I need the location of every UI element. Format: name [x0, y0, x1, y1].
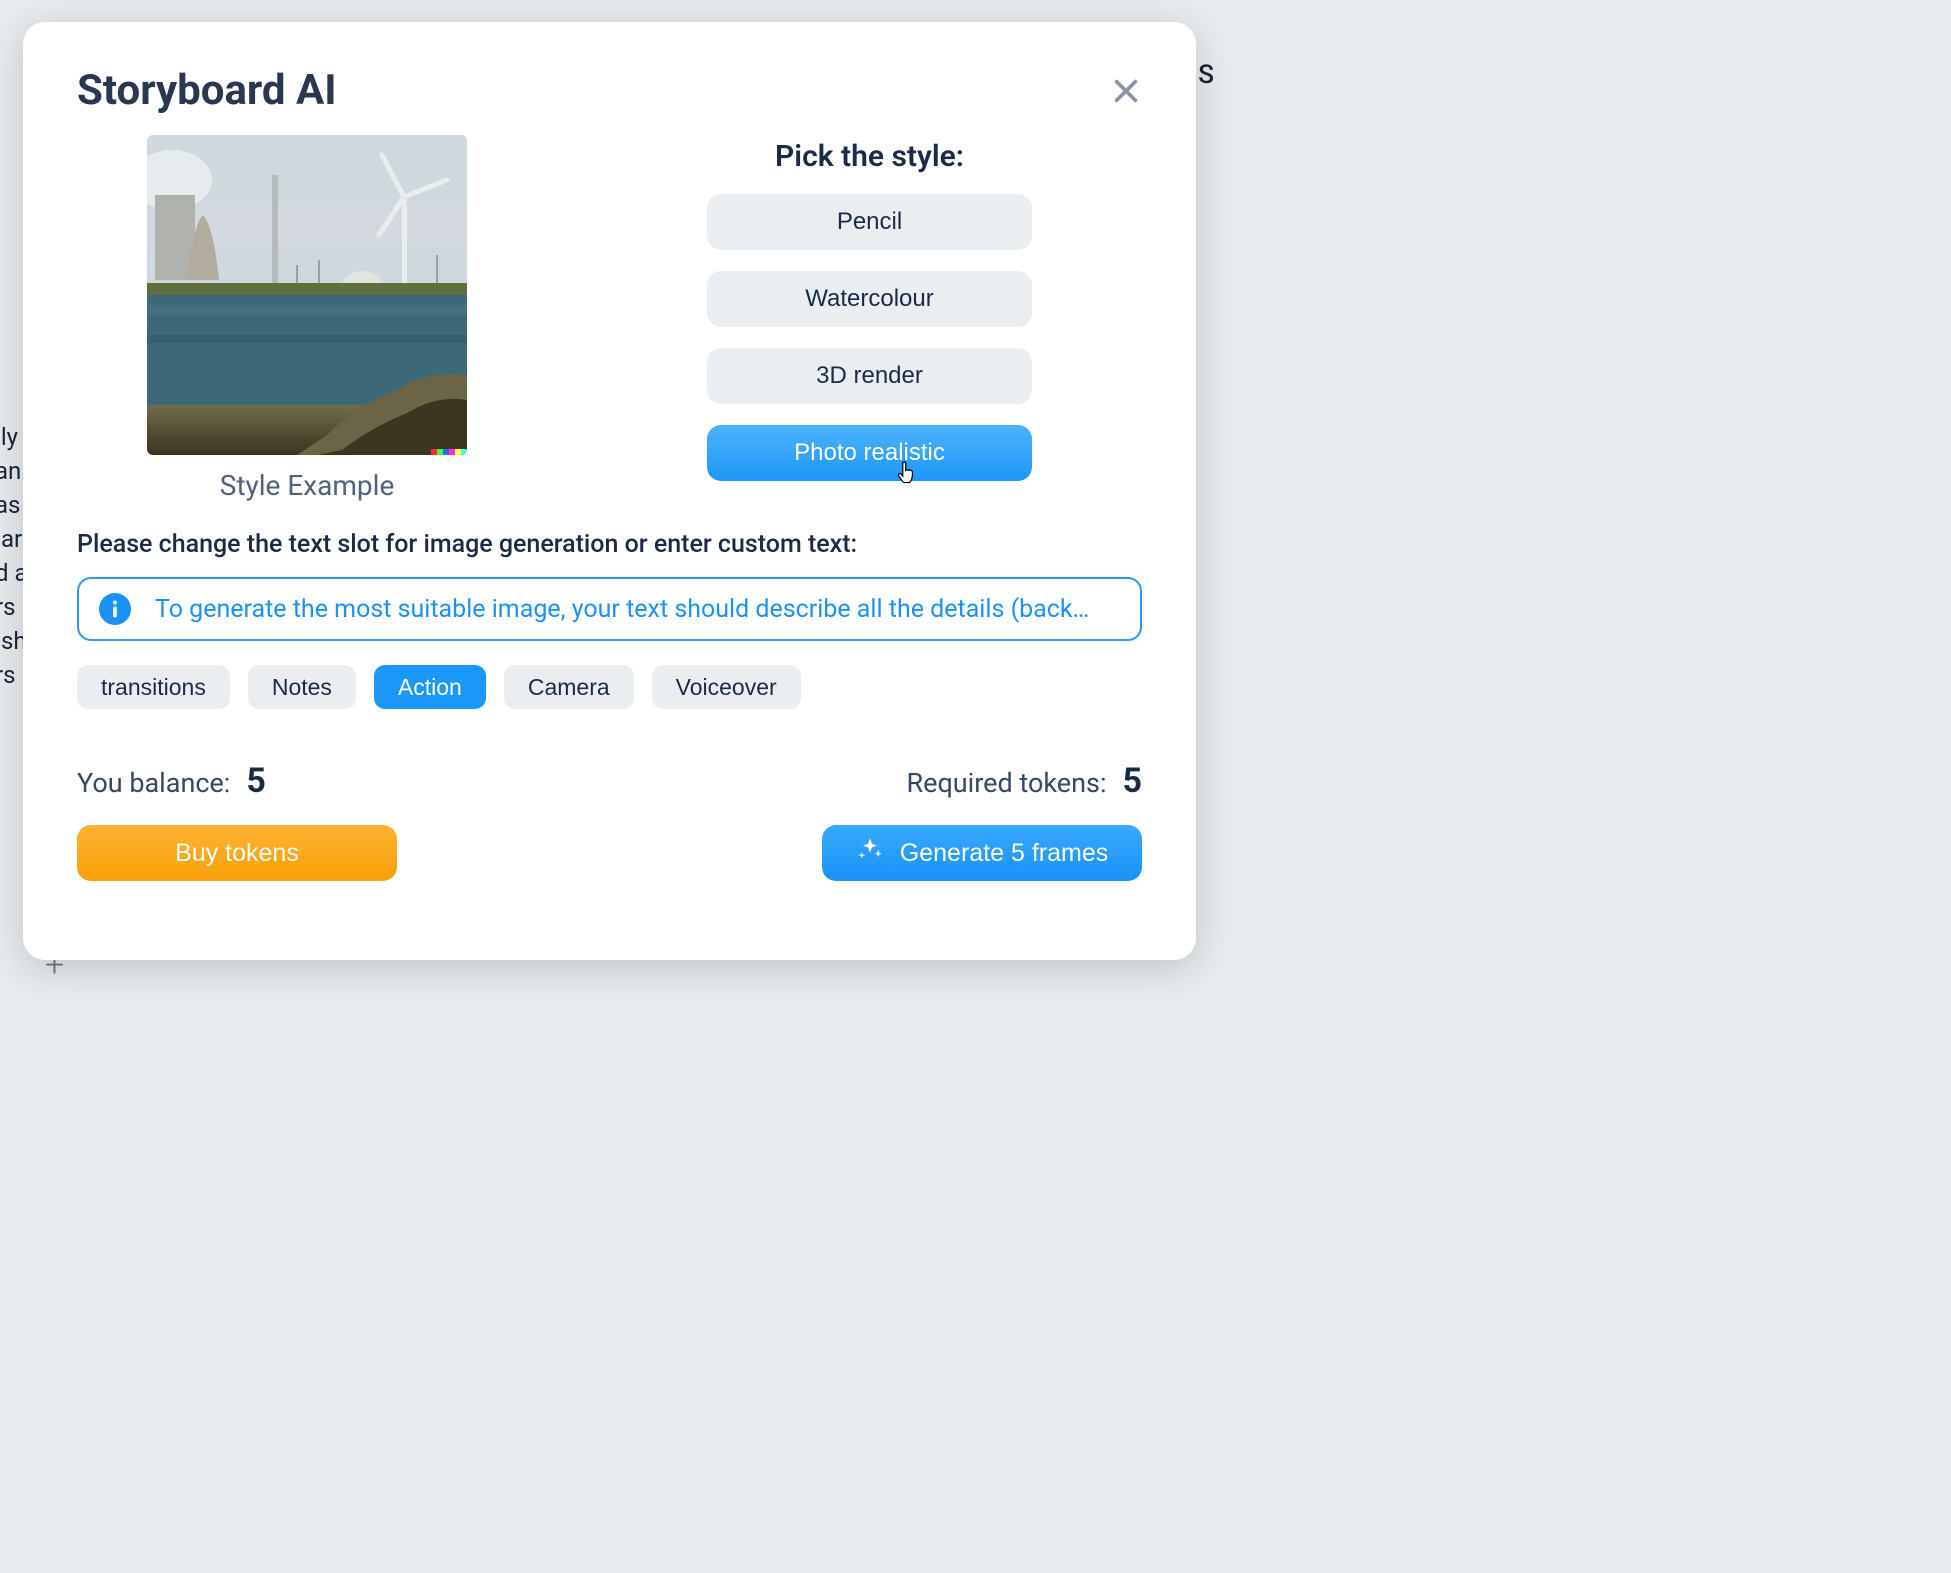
required-tokens-row: Required tokens: 5	[907, 761, 1143, 801]
style-option-pencil[interactable]: Pencil	[707, 194, 1032, 250]
upper-section: Style Example Pick the style: Pencil Wat…	[77, 135, 1142, 502]
modal-title: Storyboard AI	[77, 66, 337, 115]
style-example-caption: Style Example	[220, 469, 395, 502]
footer-right: Required tokens: 5 Generate 5 frames	[822, 761, 1142, 881]
style-example-column: Style Example	[77, 135, 467, 502]
background-letter-right: S	[1198, 60, 1214, 90]
tab-action[interactable]: Action	[374, 665, 486, 709]
style-option-label: Photo realistic	[794, 439, 945, 466]
info-icon	[99, 593, 131, 625]
modal-header: Storyboard AI	[77, 66, 1142, 115]
style-heading: Pick the style:	[775, 139, 964, 174]
style-option-photo-realistic[interactable]: Photo realistic	[707, 425, 1032, 481]
generate-button-label: Generate 5 frames	[900, 839, 1108, 868]
footer-left: You balance: 5 Buy tokens	[77, 761, 397, 881]
tab-transitions[interactable]: transitions	[77, 665, 230, 709]
tab-voiceover[interactable]: Voiceover	[652, 665, 801, 709]
style-buttons: Pencil Watercolour 3D render Photo reali…	[707, 194, 1032, 481]
tab-notes[interactable]: Notes	[248, 665, 356, 709]
required-tokens-label: Required tokens:	[907, 767, 1107, 799]
text-slot-tabs: transitions Notes Action Camera Voiceove…	[77, 665, 1142, 709]
balance-label: You balance:	[77, 767, 230, 799]
prompt-info-text: To generate the most suitable image, you…	[155, 595, 1120, 624]
style-picker-column: Pick the style: Pencil Watercolour 3D re…	[507, 135, 1142, 502]
generate-frames-button[interactable]: Generate 5 frames	[822, 825, 1142, 881]
balance-row: You balance: 5	[77, 761, 397, 801]
tab-camera[interactable]: Camera	[504, 665, 634, 709]
close-icon[interactable]	[1110, 75, 1142, 107]
buy-tokens-button[interactable]: Buy tokens	[77, 825, 397, 881]
required-tokens-value: 5	[1122, 761, 1142, 801]
modal-footer: You balance: 5 Buy tokens Required token…	[77, 761, 1142, 881]
balance-value: 5	[246, 761, 266, 801]
style-example-image	[147, 135, 467, 455]
prompt-label: Please change the text slot for image ge…	[77, 530, 1142, 559]
storyboard-ai-modal: Storyboard AI	[23, 22, 1196, 960]
style-option-watercolour[interactable]: Watercolour	[707, 271, 1032, 327]
prompt-info-box[interactable]: To generate the most suitable image, you…	[77, 577, 1142, 641]
sparkle-icon	[856, 836, 884, 871]
style-option-3d-render[interactable]: 3D render	[707, 348, 1032, 404]
prompt-section: Please change the text slot for image ge…	[77, 530, 1142, 709]
